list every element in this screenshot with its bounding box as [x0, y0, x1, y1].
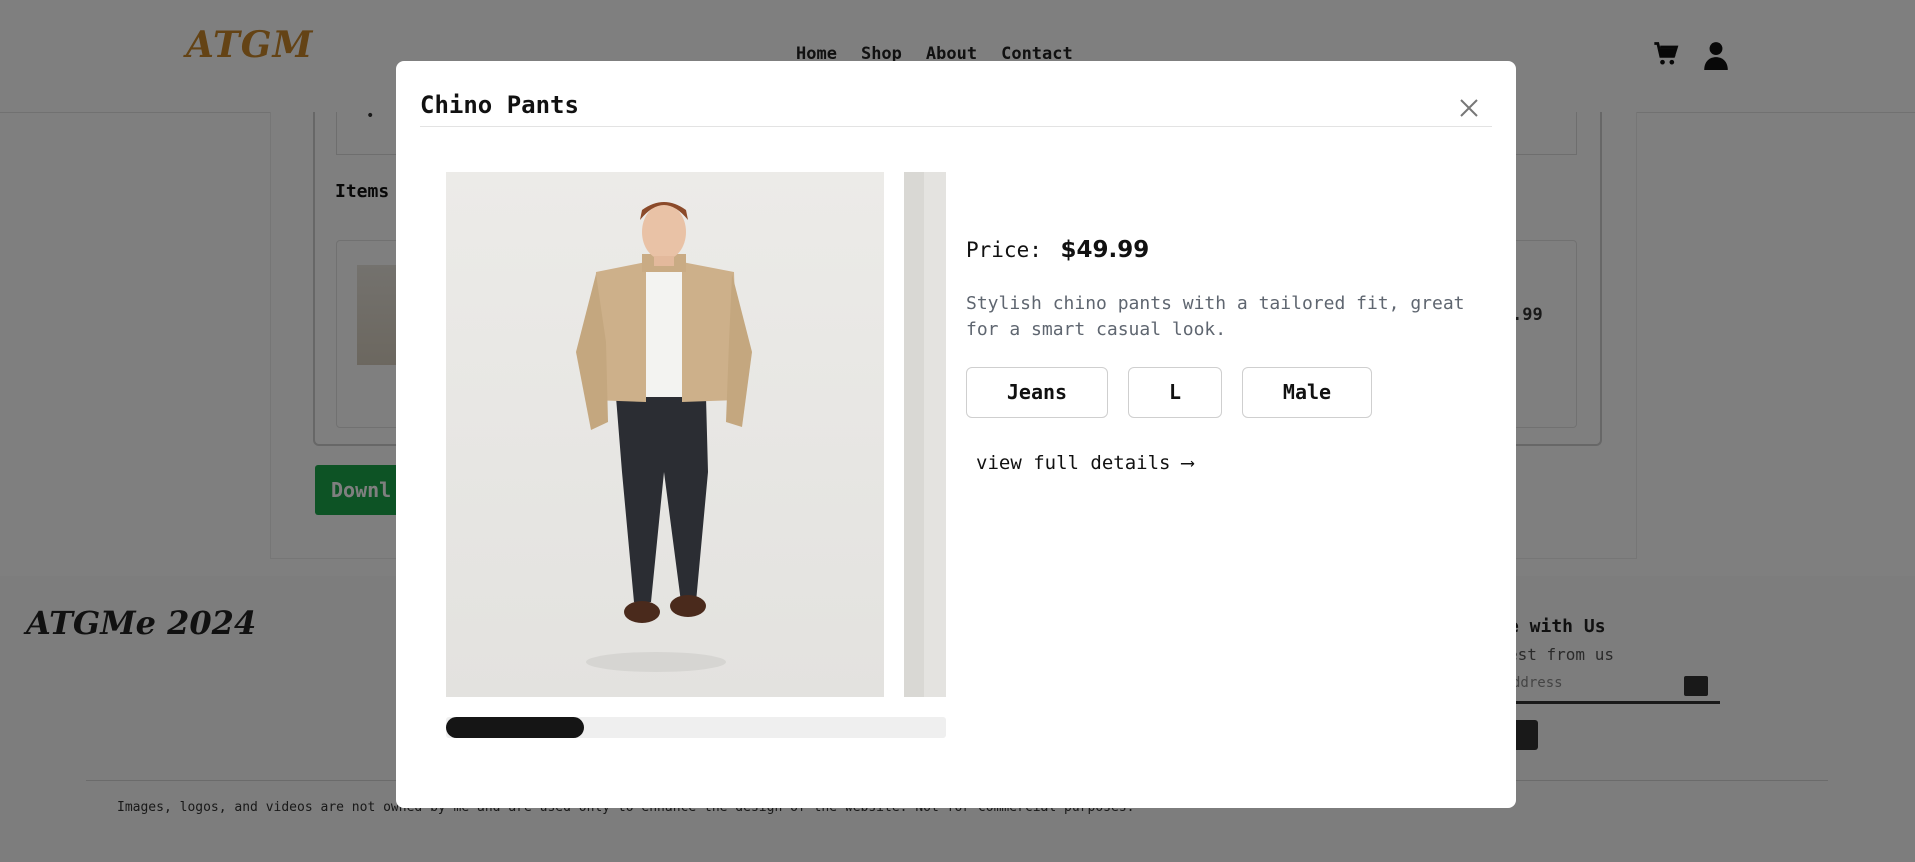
- quick-view-modal: Chino Pants Price: $49.99 Stylish chino …: [396, 61, 1516, 808]
- product-tags: Jeans L Male: [966, 367, 1372, 418]
- gallery-scroll-thumb[interactable]: [446, 717, 584, 738]
- tag-size[interactable]: L: [1128, 367, 1222, 418]
- modal-divider: [420, 126, 1492, 127]
- product-description: Stylish chino pants with a tailored fit,…: [966, 293, 1465, 340]
- product-image-gallery[interactable]: [446, 172, 946, 697]
- gallery-scrollbar[interactable]: [446, 717, 946, 738]
- price-label: Price:: [966, 238, 1042, 262]
- price-value: $49.99: [1060, 237, 1150, 263]
- tag-category[interactable]: Jeans: [966, 367, 1108, 418]
- tag-gender[interactable]: Male: [1242, 367, 1372, 418]
- product-image-front: [446, 172, 884, 697]
- product-image-side: [904, 172, 946, 697]
- price-row: Price: $49.99: [966, 237, 1149, 263]
- close-icon[interactable]: [1456, 95, 1482, 121]
- view-full-details-link[interactable]: view full details ⟶: [976, 452, 1193, 474]
- modal-title: Chino Pants: [420, 91, 579, 119]
